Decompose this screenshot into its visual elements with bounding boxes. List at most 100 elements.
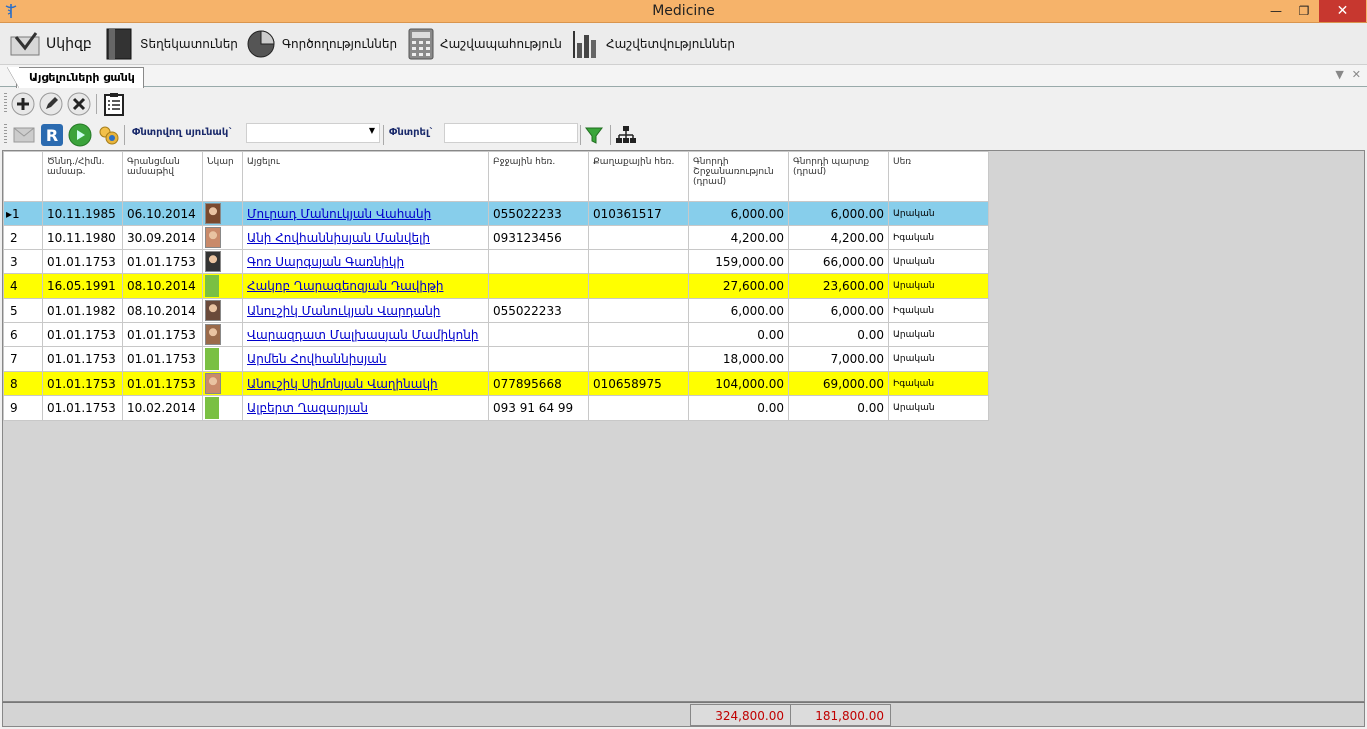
- row-index[interactable]: 3: [3, 249, 43, 274]
- debt-cell: 0.00: [788, 322, 889, 347]
- menu-operations[interactable]: Գործողություններ: [246, 27, 397, 61]
- photo-placeholder: [205, 348, 219, 370]
- bar-chart-icon: [573, 31, 596, 58]
- row-index[interactable]: ▸1: [3, 201, 43, 226]
- header-sex[interactable]: Սեռ: [888, 151, 989, 202]
- header-mobile-phone[interactable]: Բջջային հեռ.: [488, 151, 589, 202]
- header-registration-date[interactable]: Գրանցման ամսաթիվ: [122, 151, 203, 202]
- menu-reports[interactable]: Հաշվետվություններ: [572, 27, 735, 61]
- visitor-name-link[interactable]: Վարազդատ Մալխասյան Մամիկոնի: [247, 328, 478, 342]
- photo-cell: [202, 322, 243, 347]
- add-icon[interactable]: [11, 92, 35, 116]
- menu-home-label: Սկիզբ: [46, 36, 92, 52]
- visitor-name-cell: Վարազդատ Մալխասյան Մամիկոնի: [242, 322, 489, 347]
- header-turnover[interactable]: Գնորդի Շրջանառություն (դրամ): [688, 151, 789, 202]
- table-row[interactable]: 7 01.01.1753 01.01.1753 Արմեն Հովհաննիսյան …: [3, 346, 989, 372]
- users-icon[interactable]: [96, 123, 120, 147]
- row-index[interactable]: 4: [3, 273, 43, 299]
- book-icon: [106, 28, 132, 60]
- turnover-cell: 104,000.00: [688, 371, 789, 396]
- filter-icon[interactable]: [582, 123, 606, 147]
- visitor-name-link[interactable]: Անուշիկ Մանուկյան Վարդանի: [247, 304, 440, 318]
- table-row[interactable]: 4 16.05.1991 08.10.2014 Հակոբ Ղարագեոզյան Դ…: [3, 273, 989, 299]
- menu-operations-label: Գործողություններ: [282, 37, 398, 51]
- mobile-phone-cell: 093123456: [488, 225, 589, 250]
- header-visitor[interactable]: Այցելու: [242, 151, 489, 202]
- birth-date-cell: 01.01.1753: [42, 395, 123, 421]
- visitor-name-link[interactable]: Արմեն Հովհաննիսյան: [247, 352, 387, 366]
- edit-icon[interactable]: [39, 92, 63, 116]
- city-phone-cell: 010361517: [588, 201, 689, 226]
- turnover-cell: 18,000.00: [688, 346, 789, 372]
- header-photo[interactable]: Նկար: [202, 151, 243, 202]
- home-icon: [10, 32, 40, 56]
- photo-placeholder: [205, 275, 219, 297]
- birth-date-cell: 01.01.1753: [42, 322, 123, 347]
- tab-close-icon[interactable]: ✕: [1352, 68, 1361, 81]
- header-birth-date[interactable]: Ծննդ./Հիմն. ամսաթ.: [42, 151, 123, 202]
- toolbar-grip: [4, 93, 7, 113]
- table-row[interactable]: 3 01.01.1753 01.01.1753 Գոռ Սարգսյան Գառնիկ…: [3, 249, 989, 274]
- delete-icon[interactable]: [67, 92, 91, 116]
- document-tab-strip: Այցելուների ցանկ ▼ ✕: [0, 65, 1367, 88]
- table-row[interactable]: 6 01.01.1753 01.01.1753 Վարազդատ Մալխասյան …: [3, 322, 989, 347]
- close-button[interactable]: ✕: [1319, 0, 1366, 22]
- table-row[interactable]: 8 01.01.1753 01.01.1753 Անուշիկ Սիմոնյան Վա…: [3, 371, 989, 396]
- registration-date-cell: 30.09.2014: [122, 225, 203, 250]
- visitor-name-link[interactable]: Ալբերտ Ղազարյան: [247, 401, 368, 415]
- visitor-name-cell: Ալբերտ Ղազարյան: [242, 395, 489, 421]
- table-row[interactable]: 5 01.01.1982 08.10.2014 Անուշիկ Մանուկյան Վ…: [3, 298, 989, 323]
- minimize-button[interactable]: —: [1262, 0, 1290, 22]
- menu-accounting[interactable]: Հաշվապահություն: [408, 27, 562, 61]
- total-turnover: 324,800.00: [690, 704, 791, 726]
- toolbar-grip: [4, 124, 7, 144]
- table-row[interactable]: ▸1 10.11.1985 06.10.2014 Մուրադ Մանուկյան Վ…: [3, 201, 989, 226]
- city-phone-cell: [588, 395, 689, 421]
- patients-table: Ծննդ./Հիմն. ամսաթ. Գրանցման ամսաթիվ Նկար…: [3, 151, 989, 421]
- table-row[interactable]: 2 10.11.1980 30.09.2014 Անի Հովհաննիսյան Մա…: [3, 225, 989, 250]
- refresh-icon[interactable]: R: [40, 123, 64, 147]
- maximize-button[interactable]: ❐: [1290, 0, 1318, 22]
- menu-directories[interactable]: Տեղեկատուներ: [104, 27, 238, 61]
- visitor-name-link[interactable]: Մուրադ Մանուկյան Վահանի: [247, 207, 431, 221]
- registration-date-cell: 01.01.1753: [122, 346, 203, 372]
- header-debt[interactable]: Գնորդի պարտք (դրամ): [788, 151, 889, 202]
- search-label: Փնտրել`: [389, 127, 435, 138]
- tab-dropdown-icon[interactable]: ▼: [1335, 68, 1343, 81]
- row-index[interactable]: 9: [3, 395, 43, 421]
- visitor-name-link[interactable]: Հակոբ Ղարագեոզյան Դավիթի: [247, 279, 443, 293]
- row-index[interactable]: 8: [3, 371, 43, 396]
- table-row[interactable]: 9 01.01.1753 10.02.2014 Ալբերտ Ղազարյան 093…: [3, 395, 989, 421]
- row-index[interactable]: 5: [3, 298, 43, 323]
- visitor-name-link[interactable]: Գոռ Սարգսյան Գառնիկի: [247, 255, 404, 269]
- avatar: [205, 300, 221, 321]
- debt-cell: 69,000.00: [788, 371, 889, 396]
- hierarchy-icon[interactable]: [614, 123, 638, 147]
- row-index[interactable]: 6: [3, 322, 43, 347]
- sex-cell: Արական: [888, 395, 989, 421]
- search-input[interactable]: [444, 123, 578, 143]
- debt-cell: 0.00: [788, 395, 889, 421]
- play-icon[interactable]: [68, 123, 92, 147]
- birth-date-cell: 10.11.1980: [42, 225, 123, 250]
- row-index-label: 3: [10, 254, 18, 269]
- menu-reports-label: Հաշվետվություններ: [606, 37, 735, 51]
- visitor-name-link[interactable]: Անի Հովհաննիսյան Մանվելի: [247, 231, 430, 245]
- city-phone-cell: [588, 225, 689, 250]
- email-icon[interactable]: [12, 123, 36, 147]
- search-column-select[interactable]: ▼: [246, 123, 380, 143]
- clipboard-list-icon[interactable]: [102, 92, 126, 116]
- row-index[interactable]: 7: [3, 346, 43, 372]
- menu-home[interactable]: Սկիզբ: [10, 27, 92, 61]
- mobile-phone-cell: [488, 346, 589, 372]
- row-index-label: 7: [10, 352, 18, 366]
- window-title: Medicine: [652, 3, 715, 19]
- visitor-name-cell: Գոռ Սարգսյան Գառնիկի: [242, 249, 489, 274]
- mobile-phone-cell: [488, 249, 589, 274]
- photo-cell: [202, 201, 243, 226]
- sex-cell: Արական: [888, 322, 989, 347]
- visitor-name-link[interactable]: Անուշիկ Սիմոնյան Վաղինակի: [247, 377, 438, 391]
- tab-patient-list[interactable]: Այցելուների ցանկ: [7, 67, 144, 88]
- header-city-phone[interactable]: Քաղաքային հեռ.: [588, 151, 689, 202]
- row-index[interactable]: 2: [3, 225, 43, 250]
